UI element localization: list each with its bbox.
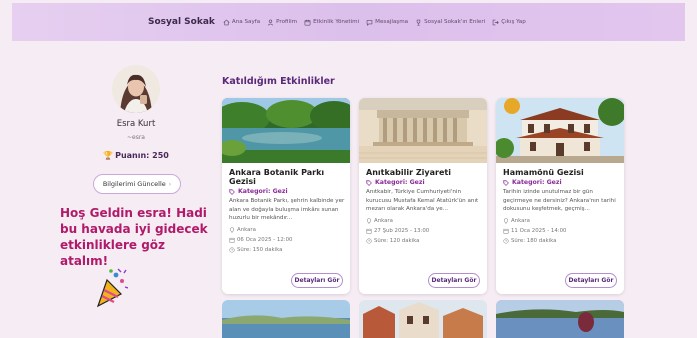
location-pin-icon xyxy=(503,218,509,224)
user-full-name: Esra Kurt xyxy=(116,119,156,129)
event-location: Ankara xyxy=(366,218,482,224)
nav-item-label: Profilim xyxy=(276,19,298,25)
view-details-button[interactable]: Detayları Gör xyxy=(565,273,617,288)
trophy-icon: 🏆 xyxy=(103,151,114,160)
brand-logo[interactable]: Sosyal Sokak xyxy=(148,17,215,27)
event-image xyxy=(359,300,487,338)
event-category-label: Kategori: Gezi xyxy=(375,179,425,186)
nav-item-label: Sosyal Sokak'ın Enleri xyxy=(424,19,486,25)
event-card-partial[interactable] xyxy=(222,300,350,338)
event-description: Ankara Botanik Parkı, şehrin kalbinde ye… xyxy=(229,198,345,221)
tag-icon xyxy=(366,179,372,186)
nav-item-label: Mesajlaşma xyxy=(375,19,409,25)
event-image xyxy=(222,98,350,163)
nav-item-messages[interactable]: Mesajlaşma xyxy=(366,19,408,26)
event-location-label: Ankara xyxy=(511,218,530,224)
event-image xyxy=(222,300,350,338)
event-category-label: Kategori: Gezi xyxy=(238,188,288,195)
event-duration: Süre: 120 dakika xyxy=(366,238,482,244)
event-card-partial[interactable] xyxy=(359,300,487,338)
event-card-partial[interactable] xyxy=(496,300,624,338)
calendar-icon xyxy=(366,228,372,234)
event-date: 27 Şub 2025 - 13:00 xyxy=(366,228,482,234)
top-navbar: Sosyal Sokak Ana Sayfa Profilim Etkinlik… xyxy=(12,3,685,41)
trophy-icon xyxy=(416,19,421,25)
nav-item-label: Ana Sayfa xyxy=(231,19,261,25)
nav-item-event-management[interactable]: Etkinlik Yönetimi xyxy=(304,19,359,26)
event-title: Ankara Botanik Parkı Gezisi xyxy=(229,168,325,186)
event-duration-label: Süre: 180 dakika xyxy=(511,238,557,244)
event-category: Kategori: Gezi xyxy=(366,179,482,186)
event-category-label: Kategori: Gezi xyxy=(512,179,562,186)
event-location: Ankara xyxy=(229,227,345,233)
user-handle: ~esra xyxy=(127,134,145,141)
points-display: 🏆 Puanın: 250 xyxy=(60,151,212,160)
event-date: 11 Oca 2025 - 14:00 xyxy=(503,228,619,234)
event-card: Ankara Botanik Parkı Gezisi Kategori: Ge… xyxy=(222,98,350,294)
event-image xyxy=(359,98,487,163)
location-pin-icon xyxy=(366,218,372,224)
event-title: Hamamönü Gezisi xyxy=(503,168,584,177)
tag-icon xyxy=(503,179,509,186)
welcome-message: Hoş Geldin esra! Hadi bu havada iyi gide… xyxy=(60,206,208,268)
event-location-label: Ankara xyxy=(237,227,256,233)
event-location-label: Ankara xyxy=(374,218,393,224)
party-popper-icon xyxy=(96,268,128,308)
event-duration: Süre: 180 dakika xyxy=(503,238,619,244)
event-date-label: 06 Oca 2025 - 12:00 xyxy=(237,237,293,243)
nav-item-label: Çıkış Yap xyxy=(501,19,526,25)
event-description: Anıtkabir, Türkiye Cumhuriyeti'nin kuruc… xyxy=(366,189,479,212)
nav-item-home[interactable]: Ana Sayfa xyxy=(223,19,260,26)
chevron-right-icon: › xyxy=(168,180,172,188)
event-duration-label: Süre: 150 dakika xyxy=(237,247,283,253)
tag-icon xyxy=(229,188,235,195)
calendar-icon xyxy=(229,237,235,243)
event-card: Hamamönü Gezisi Kategori: Gezi Tarihin i… xyxy=(496,98,624,294)
event-duration-label: Süre: 120 dakika xyxy=(374,238,420,244)
clock-icon xyxy=(503,238,509,244)
user-icon xyxy=(267,19,274,26)
nav-item-label: Etkinlik Yönetimi xyxy=(313,19,360,25)
event-category: Kategori: Gezi xyxy=(503,179,619,186)
event-date-label: 11 Oca 2025 - 14:00 xyxy=(511,228,567,234)
calendar-icon xyxy=(304,19,311,25)
event-title: Anıtkabilir Ziyareti xyxy=(366,168,451,177)
home-icon xyxy=(223,19,230,25)
event-location: Ankara xyxy=(503,218,619,224)
chat-icon xyxy=(366,19,373,26)
avatar xyxy=(112,65,160,113)
logout-icon xyxy=(492,19,499,25)
event-image xyxy=(496,98,624,163)
clock-icon xyxy=(229,247,235,253)
section-title: Katıldığım Etkinlikler xyxy=(222,76,335,87)
view-details-button[interactable]: Detayları Gör xyxy=(291,273,343,288)
view-details-button[interactable]: Detayları Gör xyxy=(428,273,480,288)
event-date-label: 27 Şub 2025 - 13:00 xyxy=(374,228,430,234)
update-profile-button[interactable]: Bilgilerimi Güncelle › xyxy=(93,174,181,194)
points-label: Puanın: 250 xyxy=(115,151,169,160)
event-duration: Süre: 150 dakika xyxy=(229,247,345,253)
nav-item-profile[interactable]: Profilim xyxy=(267,19,297,26)
clock-icon xyxy=(366,238,372,244)
event-image xyxy=(496,300,624,338)
event-card: Anıtkabilir Ziyareti Kategori: Gezi Anıt… xyxy=(359,98,487,294)
event-description: Tarihin izinde unutulmaz bir gün geçirme… xyxy=(503,189,616,212)
calendar-icon xyxy=(503,228,509,234)
nav-item-logout[interactable]: Çıkış Yap xyxy=(492,19,526,26)
update-profile-label: Bilgilerimi Güncelle xyxy=(102,180,166,188)
event-category: Kategori: Gezi xyxy=(229,188,345,195)
location-pin-icon xyxy=(229,227,235,233)
nav-item-leaderboard[interactable]: Sosyal Sokak'ın Enleri xyxy=(415,19,485,26)
event-date: 06 Oca 2025 - 12:00 xyxy=(229,237,345,243)
